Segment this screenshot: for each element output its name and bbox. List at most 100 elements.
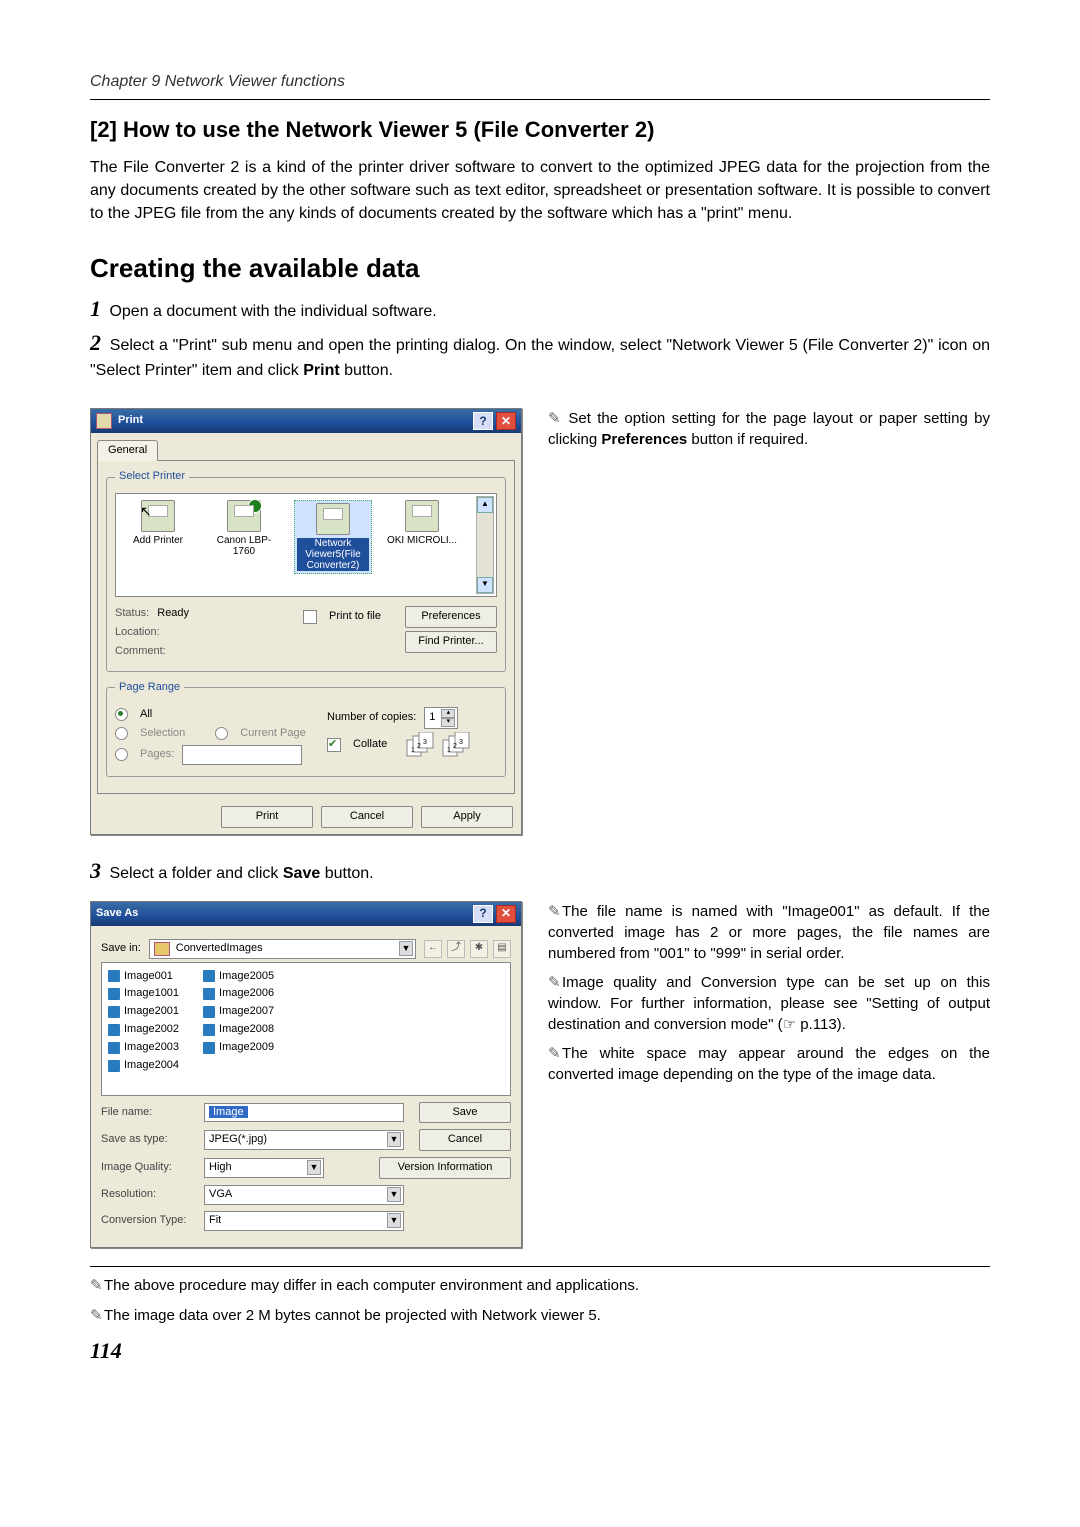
file-item[interactable]: Image2007 <box>203 1004 274 1020</box>
resolution-value: VGA <box>209 1188 232 1200</box>
resolution-combo[interactable]: VGA <box>204 1185 404 1205</box>
find-printer-button[interactable]: Find Printer... <box>405 631 497 653</box>
close-button[interactable]: ✕ <box>496 905 516 923</box>
file-item[interactable]: Image2001 <box>108 1004 179 1020</box>
default-badge-icon <box>248 499 262 513</box>
file-icon <box>203 1024 215 1036</box>
file-name: Image2001 <box>124 1004 179 1020</box>
cursor-icon: ↖ <box>140 504 152 519</box>
footnote-1: ✎The above procedure may differ in each … <box>90 1275 990 1297</box>
radio-current-page[interactable] <box>215 727 228 740</box>
side-note-1: ✎The file name is named with "Image001" … <box>548 901 990 964</box>
save-in-value: ConvertedImages <box>176 941 263 957</box>
file-icon <box>108 1042 120 1054</box>
radio-selection-label: Selection <box>140 726 185 742</box>
copies-spinner[interactable]: ▴▾ <box>441 709 453 727</box>
dialog-title: Print <box>118 413 470 429</box>
step-number: 3 <box>90 858 101 883</box>
tab-general[interactable]: General <box>97 440 158 461</box>
status-label: Status: <box>115 606 149 622</box>
printer-canon[interactable]: Canon LBP-1760 <box>208 500 280 557</box>
step-text: Select a "Print" sub menu and open the p… <box>90 337 990 379</box>
help-button[interactable]: ? <box>473 412 493 430</box>
apply-button[interactable]: Apply <box>421 806 513 828</box>
file-name: Image2006 <box>219 986 274 1002</box>
footer-rule <box>90 1266 990 1267</box>
file-icon <box>108 970 120 982</box>
side-note-3: ✎The white space may appear around the e… <box>548 1043 990 1085</box>
saveastype-value: JPEG(*.jpg) <box>209 1133 267 1145</box>
radio-current-page-label: Current Page <box>240 726 305 742</box>
scroll-down-icon[interactable]: ▼ <box>477 577 493 593</box>
print-button[interactable]: Print <box>221 806 313 828</box>
file-icon <box>203 1006 215 1018</box>
note-icon: ✎ <box>548 408 562 429</box>
up-icon[interactable]: ⤴ <box>447 940 465 958</box>
resolution-label: Resolution: <box>101 1187 196 1203</box>
group-label: Select Printer <box>115 469 189 485</box>
file-item[interactable]: Image001 <box>108 969 179 985</box>
help-button[interactable]: ? <box>473 905 493 923</box>
copies-input[interactable]: 1 ▴▾ <box>424 707 458 729</box>
note-icon: ✎ <box>548 901 562 922</box>
radio-pages[interactable] <box>115 748 128 761</box>
save-in-combo[interactable]: ConvertedImages ▼ <box>149 939 416 959</box>
scrollbar-vertical[interactable]: ▲ ▼ <box>476 496 494 594</box>
svg-text:2: 2 <box>453 743 457 750</box>
radio-pages-label: Pages: <box>140 747 174 763</box>
radio-all[interactable] <box>115 708 128 721</box>
printer-list[interactable]: Add Printer Canon LBP-1760 Network Viewe… <box>115 493 497 597</box>
version-info-button[interactable]: Version Information <box>379 1157 511 1179</box>
view-menu-icon[interactable]: ▤ <box>493 940 511 958</box>
comment-label: Comment: <box>115 644 166 660</box>
new-folder-icon[interactable]: ✱ <box>470 940 488 958</box>
step-number: 2 <box>90 330 101 355</box>
collate-checkbox[interactable] <box>327 738 341 752</box>
save-in-label: Save in: <box>101 941 141 957</box>
cancel-button[interactable]: Cancel <box>419 1129 511 1151</box>
file-item[interactable]: Image2003 <box>108 1040 179 1056</box>
radio-all-label: All <box>140 707 152 723</box>
file-item[interactable]: Image2008 <box>203 1022 274 1038</box>
printer-add[interactable]: Add Printer <box>122 500 194 546</box>
file-name: Image001 <box>124 969 173 985</box>
dialog-title: Save As <box>96 906 470 922</box>
preferences-button[interactable]: Preferences <box>405 606 497 628</box>
filename-input[interactable]: Image <box>204 1103 404 1123</box>
print-to-file-checkbox[interactable] <box>303 610 317 624</box>
quality-combo[interactable]: High <box>204 1158 324 1178</box>
file-item[interactable]: Image2006 <box>203 986 274 1002</box>
printer-icon <box>96 413 112 429</box>
convtype-combo[interactable]: Fit <box>204 1211 404 1231</box>
file-item[interactable]: Image2009 <box>203 1040 274 1056</box>
printer-oki[interactable]: OKI MICROLI... <box>386 500 458 546</box>
convtype-value: Fit <box>209 1214 221 1226</box>
page-range-group: Page Range All Selection Current Page Pa… <box>106 680 506 777</box>
file-item[interactable]: Image2005 <box>203 969 274 985</box>
copies-value: 1 <box>429 710 435 726</box>
file-icon <box>203 988 215 1000</box>
back-icon[interactable]: ← <box>424 940 442 958</box>
radio-selection[interactable] <box>115 727 128 740</box>
file-icon <box>108 1060 120 1072</box>
pages-input[interactable] <box>182 745 302 765</box>
printer-icon <box>316 503 350 535</box>
saveastype-combo[interactable]: JPEG(*.jpg) <box>204 1130 404 1150</box>
file-item[interactable]: Image1001 <box>108 986 179 1002</box>
scroll-track[interactable] <box>477 513 493 577</box>
file-item[interactable]: Image2002 <box>108 1022 179 1038</box>
printer-label: OKI MICROLI... <box>386 535 458 546</box>
quality-label: Image Quality: <box>101 1160 196 1176</box>
save-button[interactable]: Save <box>419 1102 511 1124</box>
close-button[interactable]: ✕ <box>496 412 516 430</box>
scroll-up-icon[interactable]: ▲ <box>477 497 493 513</box>
file-name: Image2007 <box>219 1004 274 1020</box>
dialog-titlebar: Save As ? ✕ <box>91 902 521 926</box>
cancel-button[interactable]: Cancel <box>321 806 413 828</box>
file-item[interactable]: Image2004 <box>108 1058 179 1074</box>
tab-bar: General <box>91 433 521 460</box>
svg-text:1: 1 <box>447 747 451 754</box>
copies-label: Number of copies: <box>327 710 416 726</box>
printer-network-viewer5[interactable]: Network Viewer5(File Converter2) ↖ <box>294 500 372 574</box>
file-list[interactable]: Image001Image1001 Image2001 Image2002 Image… <box>101 962 511 1096</box>
